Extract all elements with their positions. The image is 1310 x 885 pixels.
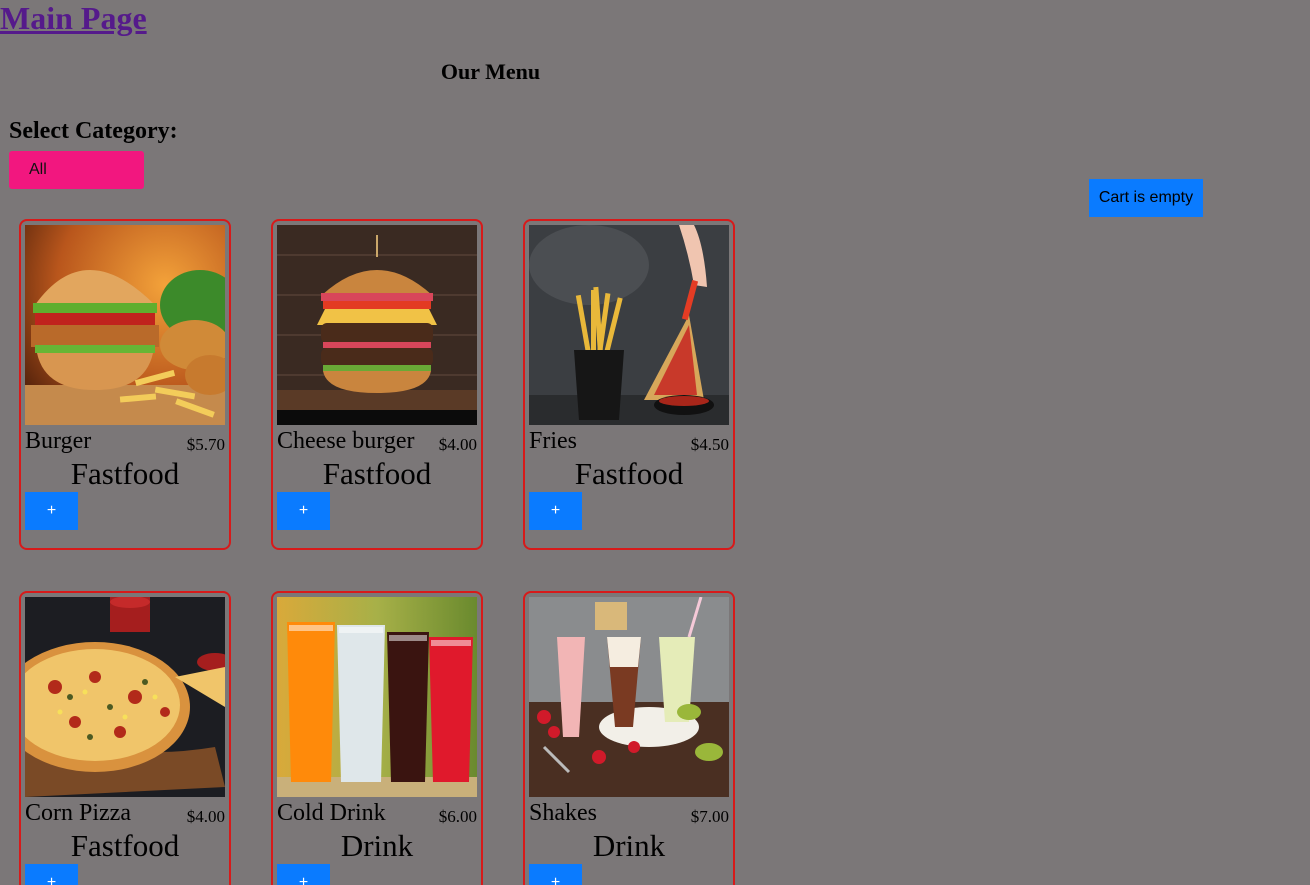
product-price: $4.00 [438,435,477,454]
add-to-cart-button[interactable]: + [529,492,582,530]
cart-status: Cart is empty [1098,189,1194,206]
product-category: Fastfood [70,456,180,491]
fries-photo [529,225,729,425]
product-price: $7.00 [690,807,729,826]
product-category: Fastfood [70,828,180,863]
main-page-link[interactable]: Main Page [0,0,147,38]
add-to-cart-button[interactable]: + [277,864,330,885]
product-name: Shakes [529,800,597,826]
add-to-cart-button[interactable]: + [25,864,78,885]
plus-icon: + [298,502,309,519]
product-name: Cheese burger [277,428,415,454]
menu-title: Our Menu [440,59,541,84]
product-name: Fries [529,428,577,454]
category-select[interactable]: All [9,151,144,189]
product-card-corn-pizza: Corn Pizza $4.00 Fastfood + [19,591,231,885]
product-category: Fastfood [322,456,432,491]
plus-icon: + [46,502,57,519]
product-card-cold-drink: Cold Drink $6.00 Drink + [271,591,483,885]
product-name: Corn Pizza [25,800,131,826]
plus-icon: + [550,502,561,519]
category-selected-value: All [29,161,47,178]
cheese-burger-photo [277,225,477,425]
plus-icon: + [298,874,309,885]
product-name: Burger [25,428,92,454]
product-card-fries: Fries $4.50 Fastfood + [523,219,735,550]
product-category: Drink [592,828,666,863]
add-to-cart-button[interactable]: + [529,864,582,885]
product-price: $4.00 [186,807,225,826]
product-category: Drink [340,828,414,863]
product-price: $5.70 [186,435,225,454]
plus-icon: + [550,874,561,885]
pizza-photo [25,597,225,797]
product-name: Cold Drink [277,800,386,826]
cold-drink-photo [277,597,477,797]
product-price: $4.50 [690,435,729,454]
category-label: Select Category: [9,118,178,144]
shakes-photo [529,597,729,797]
add-to-cart-button[interactable]: + [25,492,78,530]
cart-button[interactable]: Cart is empty [1089,179,1203,217]
product-card-burger: Burger $5.70 Fastfood + [19,219,231,550]
burger-photo [25,225,225,425]
add-to-cart-button[interactable]: + [277,492,330,530]
product-category: Fastfood [574,456,684,491]
product-card-shakes: Shakes $7.00 Drink + [523,591,735,885]
menu-page: Main Page Our Menu Select Category: All … [0,0,1310,885]
product-card-cheese-burger: Cheese burger $4.00 Fastfood + [271,219,483,550]
product-price: $6.00 [438,807,477,826]
plus-icon: + [46,874,57,885]
